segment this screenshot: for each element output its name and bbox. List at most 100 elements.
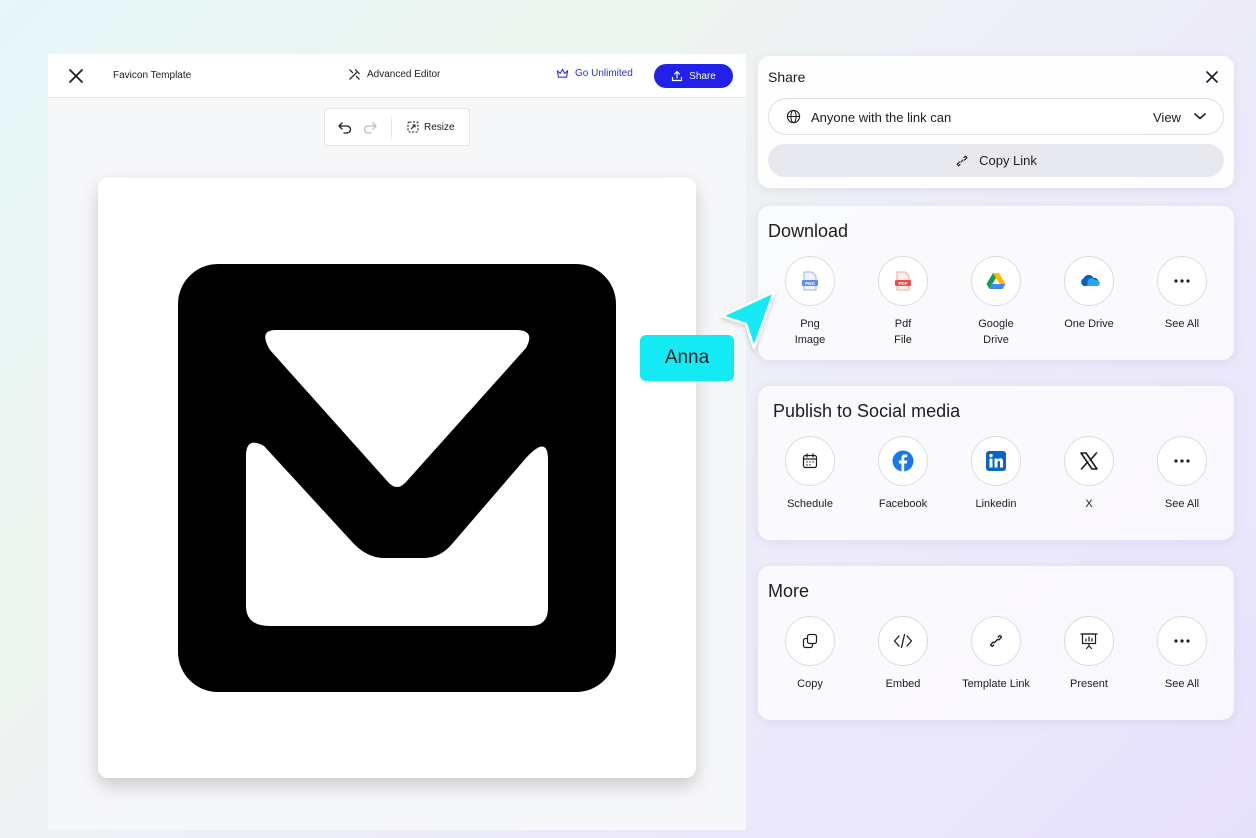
more-section-title: More [768,581,810,601]
envelope-favicon-icon [178,264,616,692]
social-option-label: X [1085,498,1093,510]
download-panel: Download PNG Png Image PDF Pdf File Goog… [758,206,1234,360]
copy-icon [802,633,818,649]
upload-icon [672,70,683,82]
more-option-circle [878,616,928,666]
collaborator-name-tag: Anna [640,335,734,381]
redo-icon[interactable] [362,120,378,134]
schedule-button[interactable]: Schedule [764,436,856,512]
copy-link-button[interactable]: Copy Link [768,144,1224,177]
go-unlimited-label: Go Unlimited [575,68,633,79]
copy-link-label: Copy Link [979,153,1037,168]
share-panel: Share Anyone with the link can View Copy… [758,56,1234,188]
svg-text:PDF: PDF [899,281,908,286]
download-onedrive-button[interactable]: One Drive [1043,256,1135,332]
close-icon[interactable] [1205,70,1219,84]
facebook-button[interactable]: Facebook [857,436,949,512]
download-option-label: Google Drive [978,318,1014,346]
embed-button[interactable]: Embed [857,616,949,692]
more-icon [1174,279,1190,283]
x-icon [1080,452,1098,470]
more-option-circle [1157,616,1207,666]
presentation-icon [1080,633,1098,650]
present-button[interactable]: Present [1043,616,1135,692]
editor-window: Favicon Template Advanced Editor Go Unli… [48,54,746,830]
facebook-icon [892,450,914,472]
permission-value: View [1153,110,1181,125]
calendar-icon [802,453,818,469]
social-see-all-button[interactable]: See All [1136,436,1228,512]
advanced-editor-label: Advanced Editor [367,69,441,80]
resize-icon [407,121,419,133]
linkedin-button[interactable]: Linkedin [950,436,1042,512]
social-option-label: Linkedin [975,498,1017,510]
social-option-label: Facebook [878,498,928,510]
link-icon [989,634,1003,648]
social-section-title: Publish to Social media [773,401,961,421]
magic-tools-icon [349,69,360,80]
more-option-label: Present [1070,678,1108,690]
more-icon [1174,639,1190,643]
more-panel: More Copy Embed Template Link Present Se… [758,566,1234,720]
social-option-label: See All [1164,498,1200,510]
download-option-label: One Drive [1064,318,1114,330]
social-option-circle [971,436,1021,486]
crown-icon [556,68,569,78]
copy-button[interactable]: Copy [764,616,856,692]
globe-icon [786,109,801,124]
download-option-label: See All [1164,318,1200,330]
more-option-label: Embed [885,678,921,690]
canvas-toolbar: Resize [324,108,470,146]
share-button[interactable]: Share [654,64,733,88]
google-drive-icon [986,273,1006,289]
social-option-label: Schedule [787,498,833,510]
advanced-editor-button[interactable]: Advanced Editor [348,68,440,81]
editor-topbar: Favicon Template Advanced Editor Go Unli… [48,54,746,98]
pdf-file-icon: PDF [895,271,911,291]
download-pdf-button[interactable]: PDF Pdf File [857,256,949,348]
download-option-circle [1064,256,1114,306]
svg-text:PNG: PNG [805,281,815,286]
more-option-circle [971,616,1021,666]
download-option-circle [971,256,1021,306]
social-option-circle [1157,436,1207,486]
social-option-circle [878,436,928,486]
more-option-circle [1064,616,1114,666]
more-option-label: Copy [797,678,823,690]
linkedin-icon [986,451,1006,471]
x-button[interactable]: X [1043,436,1135,512]
go-unlimited-button[interactable]: Go Unlimited [556,68,633,79]
link-icon [956,155,968,166]
onedrive-icon [1081,275,1100,286]
document-title: Favicon Template [113,70,192,81]
toolbar-divider [391,117,392,139]
download-section-title: Download [768,221,849,241]
download-option-circle: PNG [785,256,835,306]
download-option-label: Pdf File [894,318,912,346]
download-see-all-button[interactable]: See All [1136,256,1228,332]
resize-button[interactable]: Resize [407,121,455,133]
share-panel-title: Share [768,69,806,85]
more-option-label: Template Link [962,678,1030,690]
social-panel: Publish to Social media Schedule Faceboo… [758,386,1234,540]
permission-text: Anyone with the link can [811,110,952,125]
share-button-label: Share [689,70,716,82]
more-icon [1174,459,1190,463]
code-icon [893,633,913,649]
link-permission-dropdown[interactable]: Anyone with the link can View [768,98,1224,135]
social-option-circle [1064,436,1114,486]
resize-label: Resize [424,121,455,133]
template-link-button[interactable]: Template Link [950,616,1042,692]
download-google-drive-button[interactable]: Google Drive [950,256,1042,348]
more-see-all-button[interactable]: See All [1136,616,1228,692]
more-option-label: See All [1164,678,1200,690]
undo-icon[interactable] [337,120,353,134]
social-option-circle [785,436,835,486]
chevron-down-icon [1194,113,1206,120]
more-option-circle [785,616,835,666]
close-icon[interactable] [67,67,85,85]
download-option-circle: PDF [878,256,928,306]
design-canvas[interactable] [98,178,696,778]
download-option-circle [1157,256,1207,306]
png-file-icon: PNG [802,271,818,291]
